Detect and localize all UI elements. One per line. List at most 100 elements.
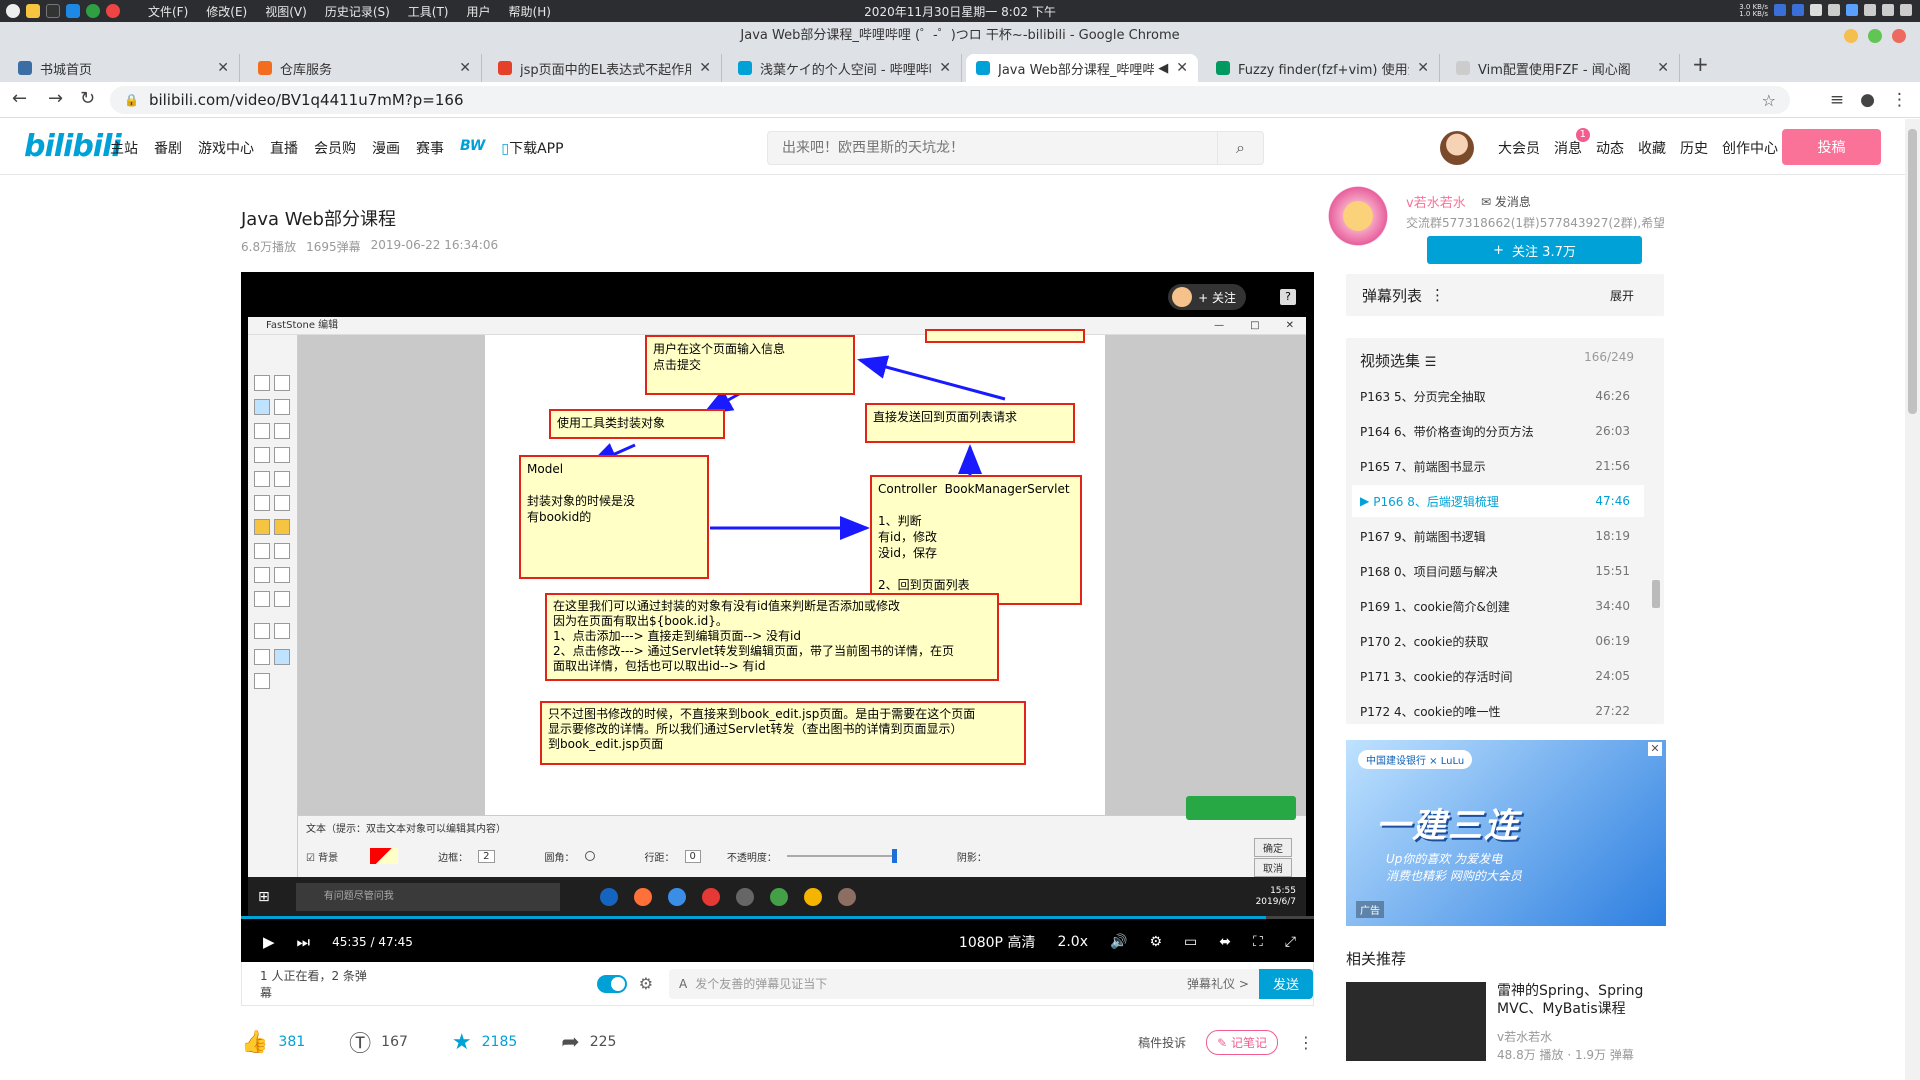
tray-icon[interactable] [1792, 4, 1804, 16]
recommend-thumbnail[interactable] [1346, 982, 1486, 1061]
tab-close-icon[interactable]: ✕ [699, 60, 711, 76]
tab-fzf[interactable]: Fuzzy finder(fzf+vim) 使用全指 ✕ [1206, 54, 1440, 82]
tray-icon[interactable] [1774, 4, 1786, 16]
danmaku-settings-icon[interactable]: ⚙ [639, 974, 653, 993]
help-icon[interactable]: ? [1280, 289, 1296, 305]
menu-file[interactable]: 文件(F) [148, 3, 188, 20]
coin-button[interactable]: Ⓣ 167 [349, 1026, 408, 1058]
recommend-video-title[interactable]: 雷神的Spring、Spring MVC、MyBatis课程 [1497, 982, 1657, 1018]
tab-javaweb-active[interactable]: Java Web部分课程_哔哩哔 ◀ ✕ [966, 54, 1198, 82]
episode-item[interactable]: P164 6、带价格查询的分页方法 26:03 [1352, 415, 1644, 447]
tab-audio-icon[interactable]: ◀ [1158, 61, 1168, 76]
settings-icon[interactable]: ⚙ [1149, 934, 1162, 950]
uploader-avatar[interactable] [1324, 182, 1392, 250]
bookmark-star-icon[interactable]: ☆ [1762, 91, 1776, 110]
maximize-button[interactable] [1868, 29, 1882, 43]
app-icon[interactable] [86, 4, 100, 18]
danmaku-send-button[interactable]: 发送 [1258, 968, 1313, 999]
chrome-icon[interactable] [106, 4, 120, 18]
nav-shop[interactable]: 会员购 [314, 138, 356, 158]
menu-help[interactable]: 帮助(H) [509, 3, 551, 20]
tab-close-icon[interactable]: ✕ [459, 60, 471, 76]
tab-close-icon[interactable]: ✕ [217, 60, 229, 76]
nav-game[interactable]: 游戏中心 [198, 138, 254, 158]
chrome-menu-icon[interactable]: ⋮ [1891, 90, 1908, 110]
send-message-link[interactable]: ✉ 发消息 [1481, 193, 1531, 210]
wifi-icon[interactable] [1828, 4, 1840, 16]
tab-close-icon[interactable]: ✕ [1417, 60, 1429, 76]
ad-banner[interactable]: 中国建设银行 × LuLu 一建三连 Up你的喜欢 为爱发电 消费也精彩 网购的大… [1346, 740, 1666, 926]
tab-jsp-el[interactable]: jsp页面中的EL表达式不起作用 ✕ [488, 54, 722, 82]
episode-item[interactable]: P172 4、cookie的唯一性 27:22 [1352, 695, 1644, 727]
text-style-icon[interactable]: A [679, 977, 687, 991]
episode-item[interactable]: P170 2、cookie的获取 06:19 [1352, 625, 1644, 657]
player-follow-button[interactable]: + 关注 [1168, 284, 1246, 310]
tab-warehouse[interactable]: 仓库服务 ✕ [248, 54, 482, 82]
bluetooth-icon[interactable] [1846, 4, 1858, 16]
nav-vip[interactable]: 大会员 [1498, 138, 1540, 158]
power-icon[interactable] [1900, 4, 1912, 16]
nav-bw[interactable]: BW [460, 138, 485, 158]
uploader-name[interactable]: v若水若水 [1406, 192, 1466, 211]
episode-item[interactable]: P171 3、cookie的存活时间 24:05 [1352, 660, 1644, 692]
next-icon[interactable]: ⏭ [297, 933, 311, 951]
danmaku-input[interactable]: A 发个友善的弹幕见证当下 弹幕礼仪 > [669, 968, 1259, 999]
tab-close-icon[interactable]: ✕ [1657, 60, 1669, 76]
episode-item[interactable]: P168 0、项目问题与解决 15:51 [1352, 555, 1644, 587]
tab-vim-fzf[interactable]: Vim配置使用FZF - 闻心阁 ✕ [1446, 54, 1680, 82]
menu-tools[interactable]: 工具(T) [408, 3, 449, 20]
nav-dynamic[interactable]: 动态 [1596, 138, 1624, 158]
ad-close-icon[interactable]: ✕ [1648, 742, 1662, 756]
nav-favorites[interactable]: 收藏 [1638, 138, 1666, 158]
nav-messages[interactable]: 消息 1 [1554, 128, 1590, 158]
profile-icon[interactable]: ● [1860, 90, 1875, 110]
nav-download-app[interactable]: ▯下载APP [501, 138, 563, 158]
speed-button[interactable]: 2.0x [1057, 934, 1088, 950]
danmaku-toggle[interactable] [596, 974, 627, 993]
address-bar[interactable]: 🔒 bilibili.com/video/BV1q4411u7mM?p=166 … [110, 86, 1790, 114]
video-player[interactable]: + 关注 ? FastStone 编辑 — □ ✕ 用户在这个页面输入信息 点击… [241, 272, 1314, 962]
battery-icon[interactable] [1882, 4, 1894, 16]
reading-list-icon[interactable]: ≡ [1830, 90, 1844, 110]
share-button[interactable]: ➦ 225 [561, 1030, 616, 1055]
reload-icon[interactable]: ↻ [80, 88, 95, 109]
new-tab-button[interactable]: + [1692, 52, 1709, 76]
close-window-button[interactable] [1892, 29, 1906, 43]
episode-item[interactable]: P167 9、前端图书逻辑 18:19 [1352, 520, 1644, 552]
menu-history[interactable]: 历史记录(S) [325, 3, 390, 20]
tab-close-icon[interactable]: ✕ [939, 60, 951, 76]
recommend-author[interactable]: v若水若水 [1497, 1028, 1552, 1045]
progress-bar[interactable] [241, 916, 1314, 919]
play-icon[interactable]: ▶ [263, 933, 275, 951]
menu-view[interactable]: 视图(V) [265, 3, 307, 20]
more-icon[interactable]: ⋮ [1298, 1033, 1314, 1052]
volume-icon[interactable] [1864, 4, 1876, 16]
report-link[interactable]: 稿件投诉 [1138, 1034, 1186, 1051]
bilibili-logo[interactable]: bilibili [24, 129, 122, 164]
minimize-button[interactable] [1844, 29, 1858, 43]
nav-match[interactable]: 赛事 [416, 138, 444, 158]
search-icon[interactable]: ⌕ [1217, 131, 1263, 165]
apple-icon[interactable] [6, 4, 20, 18]
upload-button[interactable]: 投稿 [1782, 129, 1881, 165]
page-scrollbar[interactable] [1905, 119, 1920, 1080]
finder-icon[interactable] [26, 4, 40, 18]
nav-live[interactable]: 直播 [270, 138, 298, 158]
webfullscreen-icon[interactable]: ⛶ [1253, 934, 1263, 950]
favorite-button[interactable]: ★ 2185 [452, 1030, 517, 1055]
pip-icon[interactable]: ▭ [1184, 934, 1197, 950]
nav-creator[interactable]: 创作中心 [1722, 138, 1778, 158]
tab-space[interactable]: 浅葉ケイ的个人空间 - 哔哩哔哩 ✕ [728, 54, 962, 82]
episode-item-current[interactable]: ▶ P166 8、后端逻辑梳理 47:46 [1352, 485, 1644, 517]
tab-bookstore[interactable]: 书城首页 ✕ [8, 54, 240, 82]
volume-icon[interactable]: 🔊 [1110, 934, 1127, 950]
back-icon[interactable]: ← [12, 88, 27, 109]
episode-scrollbar[interactable] [1652, 384, 1660, 704]
nav-manga[interactable]: 漫画 [372, 138, 400, 158]
more-vertical-icon[interactable]: ⋮ [1430, 286, 1445, 304]
fullscreen-icon[interactable]: ⤢ [1285, 934, 1296, 950]
user-avatar[interactable] [1440, 131, 1474, 165]
tray-icon[interactable] [1810, 4, 1822, 16]
widescreen-icon[interactable]: ⬌ [1219, 934, 1231, 950]
danmaku-list-header[interactable]: 弹幕列表 ⋮ 展开 [1346, 274, 1664, 316]
